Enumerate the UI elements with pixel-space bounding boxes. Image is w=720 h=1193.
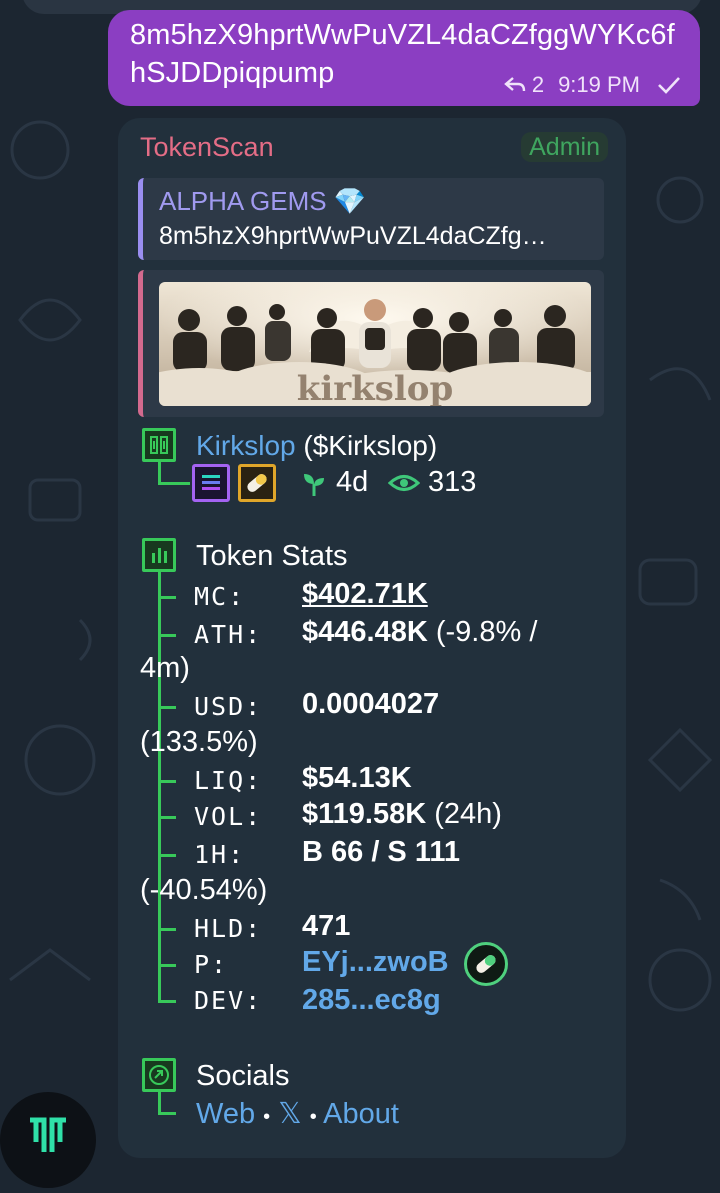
pair-label: P:	[194, 950, 229, 979]
outgoing-message[interactable]: 8m5hzX9hprtWwPuVZL4daCZfggWYKc6fhSJDDpiq…	[108, 10, 700, 106]
token-views: 313	[428, 466, 477, 498]
ath-change-cont: 4m)	[140, 652, 190, 684]
pair-link[interactable]: EYj...zwoB	[302, 946, 449, 979]
usd-value: 0.0004027	[302, 688, 440, 720]
vol-value-row: $119.58K (24h)	[302, 798, 502, 831]
1h-label: 1H:	[194, 840, 246, 869]
link-icon	[142, 1058, 176, 1092]
usd-change: (133.5%)	[140, 726, 258, 758]
separator: •	[263, 1106, 271, 1128]
chart-icon	[142, 538, 176, 572]
token-stats-title: Token Stats	[196, 540, 348, 572]
info-tree: Kirkslop ($Kirkslop) 4d 313 Token Stats …	[118, 118, 626, 1158]
dev-link[interactable]: 285...ec8g	[302, 984, 441, 1017]
token-title: Kirkslop ($Kirkslop)	[196, 430, 437, 462]
incoming-message[interactable]: TokenScan Admin ALPHA GEMS 💎 8m5hzX9hprt…	[118, 118, 626, 1158]
token-age: 4d	[336, 466, 369, 498]
solana-chain-icon[interactable]	[192, 464, 230, 502]
pill-icon[interactable]	[238, 464, 276, 502]
1h-change: (-40.54%)	[140, 874, 268, 906]
token-ticker: ($Kirkslop)	[303, 430, 438, 461]
ath-value-row: $446.48K (-9.8% /	[302, 616, 537, 649]
liq-label: LIQ:	[194, 766, 263, 795]
usd-label: USD:	[194, 692, 263, 721]
socials-title: Socials	[196, 1060, 290, 1092]
separator: •	[309, 1106, 317, 1128]
eye-icon	[388, 475, 420, 491]
pair-pill-icon[interactable]	[464, 942, 508, 986]
vol-label: VOL:	[194, 802, 263, 831]
mc-label: MC:	[194, 582, 246, 611]
1h-value: B 66 / S 111	[302, 836, 461, 868]
hld-label: HLD:	[194, 914, 263, 943]
hld-value: 471	[302, 910, 351, 942]
message-meta: 2 9:19 PM	[503, 72, 682, 98]
mc-value[interactable]: $402.71K	[302, 578, 428, 611]
ath-label: ATH:	[194, 620, 263, 649]
vol-value: $119.58K	[302, 798, 427, 830]
web-link[interactable]: Web	[196, 1098, 255, 1130]
reply-count: 2	[531, 72, 545, 97]
about-link[interactable]: About	[323, 1098, 399, 1130]
sprout-icon	[304, 474, 324, 496]
socials-links: Web • 𝕏 • About	[196, 1096, 399, 1131]
ath-value: $446.48K	[302, 616, 428, 648]
x-link[interactable]: 𝕏	[278, 1098, 301, 1130]
message-time: 9:19 PM	[558, 72, 640, 97]
check-icon	[658, 77, 680, 94]
ath-change: (-9.8% /	[435, 616, 538, 648]
dev-label: DEV:	[194, 986, 263, 1015]
bot-avatar[interactable]	[0, 1092, 96, 1188]
reply-arrow-icon	[503, 77, 526, 92]
token-logo-icon	[142, 428, 176, 462]
token-name-link[interactable]: Kirkslop	[196, 430, 296, 461]
vol-period: (24h)	[434, 798, 502, 830]
liq-value: $54.13K	[302, 762, 412, 794]
